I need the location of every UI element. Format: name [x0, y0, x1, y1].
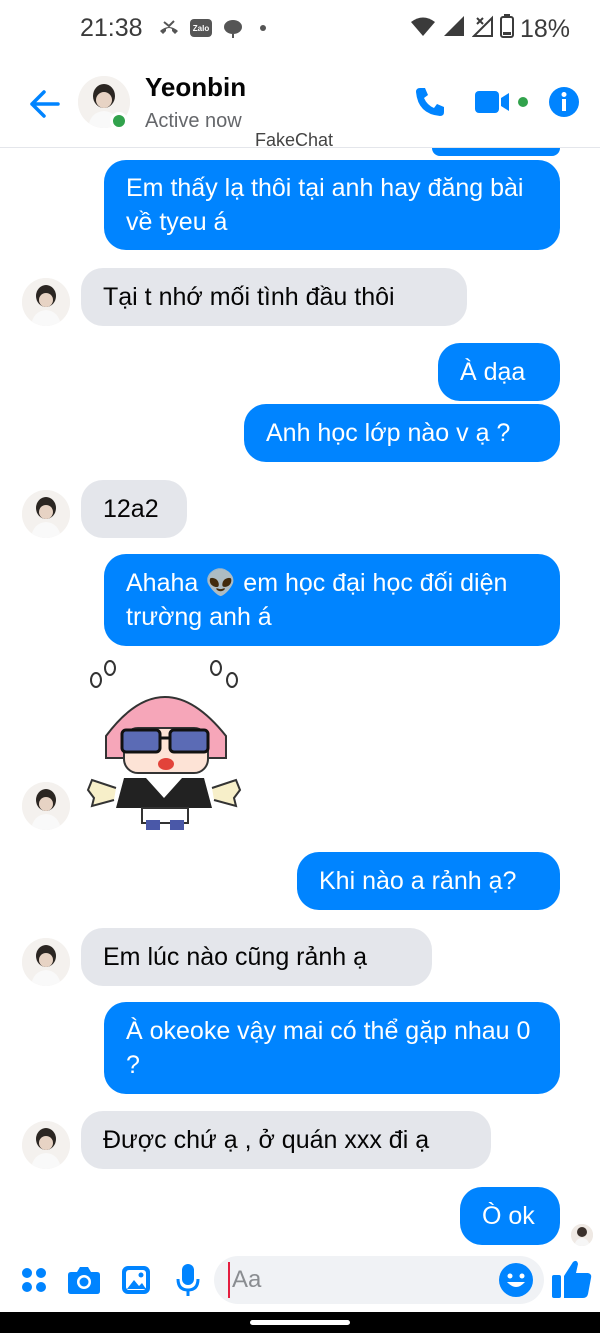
gallery-button[interactable] [118, 1262, 154, 1298]
image-icon [122, 1266, 150, 1294]
message-composer [0, 1250, 600, 1312]
message-bubble-outgoing[interactable]: Em thấy lạ thôi tại anh hay đăng bài về … [104, 160, 560, 250]
signal-x-icon [471, 15, 494, 44]
voice-record-button[interactable] [170, 1262, 206, 1298]
read-receipt-avatar [571, 1224, 593, 1246]
zalo-icon: Zalo [190, 19, 212, 37]
like-button[interactable] [550, 1258, 594, 1300]
contact-name[interactable]: Yeonbin [145, 72, 246, 103]
contact-avatar[interactable] [22, 490, 70, 538]
brain-icon [222, 18, 244, 38]
more-notifications-dot-icon [260, 25, 266, 31]
back-arrow-icon [30, 90, 60, 118]
contact-avatar[interactable] [22, 782, 70, 830]
emoji-button[interactable] [498, 1262, 534, 1298]
system-status: 18% [410, 14, 570, 45]
info-icon [549, 87, 579, 117]
message-list[interactable]: Em thấy lạ thôi tại anh hay đăng bài về … [0, 148, 600, 1250]
status-bar: 21:38 Zalo 18% [0, 0, 600, 58]
more-actions-button[interactable] [16, 1262, 52, 1298]
battery-level: 18% [519, 15, 570, 43]
message-input-container [214, 1256, 544, 1304]
conversation-info-button[interactable] [542, 80, 586, 124]
message-bubble-outgoing[interactable]: Ò ok [460, 1187, 560, 1245]
microphone-icon [176, 1264, 200, 1296]
battery-icon [499, 14, 514, 45]
contact-avatar[interactable] [22, 1121, 70, 1169]
camera-icon [68, 1267, 100, 1294]
missed-call-icon [158, 18, 180, 38]
contact-status: Active now [145, 110, 242, 132]
wifi-icon [410, 15, 436, 44]
message-bubble-incoming[interactable]: Em lúc nào cũng rảnh ạ [81, 928, 432, 986]
contact-avatar[interactable] [22, 278, 70, 326]
thumbs-up-icon [552, 1260, 592, 1298]
camera-button[interactable] [66, 1262, 102, 1298]
video-call-button[interactable] [472, 80, 536, 124]
phone-icon [416, 88, 444, 116]
video-camera-icon [475, 91, 528, 113]
message-bubble-outgoing[interactable]: Anh học lớp nào v ạ ? [244, 404, 560, 462]
status-time: 21:38 [80, 14, 143, 42]
grid-dots-icon [22, 1268, 46, 1292]
message-bubble-outgoing[interactable]: Ahaha 👽 em học đại học đối diện trường a… [104, 554, 560, 646]
message-bubble-incoming[interactable]: Được chứ ạ , ở quán xxx đi ạ [81, 1111, 491, 1169]
message-input[interactable] [228, 1262, 498, 1298]
pink-hair-girl-sticker-icon [86, 660, 242, 830]
message-bubble-outgoing[interactable]: À okeoke vậy mai có thể gặp nhau 0 ? [104, 1002, 560, 1094]
sticker-message[interactable] [84, 658, 244, 833]
system-navigation-bar [0, 1312, 600, 1333]
notification-icons: Zalo [158, 18, 266, 38]
smiley-icon [499, 1263, 533, 1297]
message-bubble-incoming[interactable]: 12a2 [81, 480, 187, 538]
online-indicator [110, 112, 128, 130]
message-bubble-outgoing[interactable]: Khi nào a rảnh ạ? [297, 852, 560, 910]
message-bubble-outgoing[interactable]: À dạa [438, 343, 560, 401]
conversation-header: Yeonbin Active now FakeChat [0, 58, 600, 150]
home-indicator[interactable] [250, 1320, 350, 1325]
voice-call-button[interactable] [408, 80, 452, 124]
contact-avatar[interactable] [22, 938, 70, 986]
message-bubble-outgoing[interactable] [432, 148, 560, 156]
signal-icon [442, 15, 466, 44]
message-bubble-incoming[interactable]: Tại t nhớ mối tình đầu thôi [81, 268, 467, 326]
back-button[interactable] [24, 84, 64, 124]
